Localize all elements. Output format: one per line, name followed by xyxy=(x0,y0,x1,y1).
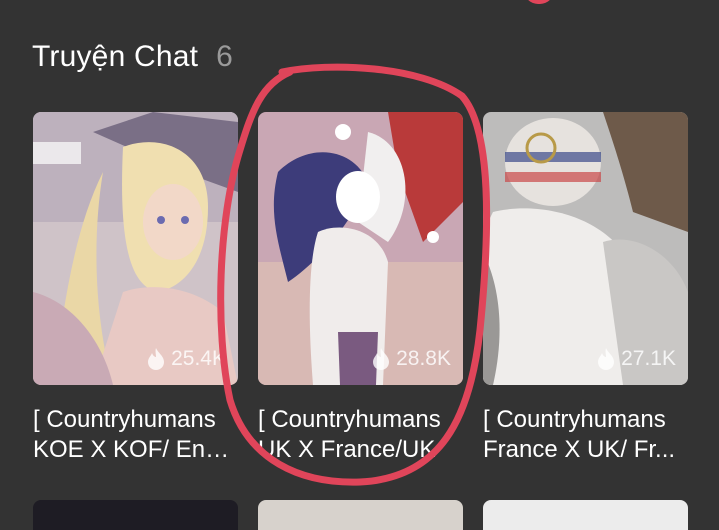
story-card-1[interactable]: 25.4K [ Countryhumans KOE X KOF/ Eng... xyxy=(33,112,238,465)
view-count-label: 27.1K xyxy=(621,347,676,370)
view-count-label: 28.8K xyxy=(396,347,451,370)
story-title-2[interactable]: [ Countryhumans UK X France/UK xyxy=(258,405,463,465)
story-card-3[interactable]: 27.1K [ Countryhumans France X UK/ Fr... xyxy=(483,112,688,465)
flame-icon xyxy=(598,348,615,370)
section-count: 6 xyxy=(216,40,233,73)
story-title-line-1: [ Countryhumans xyxy=(483,406,666,433)
cover-illustration-2 xyxy=(258,112,463,385)
view-count-2: 28.8K xyxy=(372,347,451,371)
story-cover-3[interactable]: 27.1K xyxy=(483,112,688,385)
story-card-4-partial[interactable] xyxy=(33,500,238,530)
story-title-line-1: [ Countryhumans xyxy=(258,406,441,433)
view-count-label: 25.4K xyxy=(171,347,226,370)
story-title-1[interactable]: [ Countryhumans KOE X KOF/ Eng... xyxy=(33,405,238,465)
story-card-6-partial[interactable] xyxy=(483,500,688,530)
flame-icon xyxy=(148,348,165,370)
section-header: Truyện Chat 6 xyxy=(32,40,233,74)
view-count-1: 25.4K xyxy=(147,347,226,371)
flame-icon xyxy=(373,348,390,370)
view-count-3: 27.1K xyxy=(597,347,676,371)
section-title: Truyện Chat xyxy=(32,40,199,73)
cover-illustration-3 xyxy=(483,112,688,385)
notification-dot xyxy=(524,0,554,4)
story-title-line-2: KOE X KOF/ Eng... xyxy=(33,436,238,463)
story-cover-2[interactable]: 28.8K xyxy=(258,112,463,385)
story-title-line-2: UK X France/UK xyxy=(258,436,436,463)
story-title-line-2: France X UK/ Fr... xyxy=(483,436,676,463)
story-title-3[interactable]: [ Countryhumans France X UK/ Fr... xyxy=(483,405,688,465)
cover-illustration-1 xyxy=(33,112,238,385)
story-card-2[interactable]: 28.8K [ Countryhumans UK X France/UK xyxy=(258,112,463,465)
story-cover-1[interactable]: 25.4K xyxy=(33,112,238,385)
story-card-5-partial[interactable] xyxy=(258,500,463,530)
story-title-line-1: [ Countryhumans xyxy=(33,406,216,433)
